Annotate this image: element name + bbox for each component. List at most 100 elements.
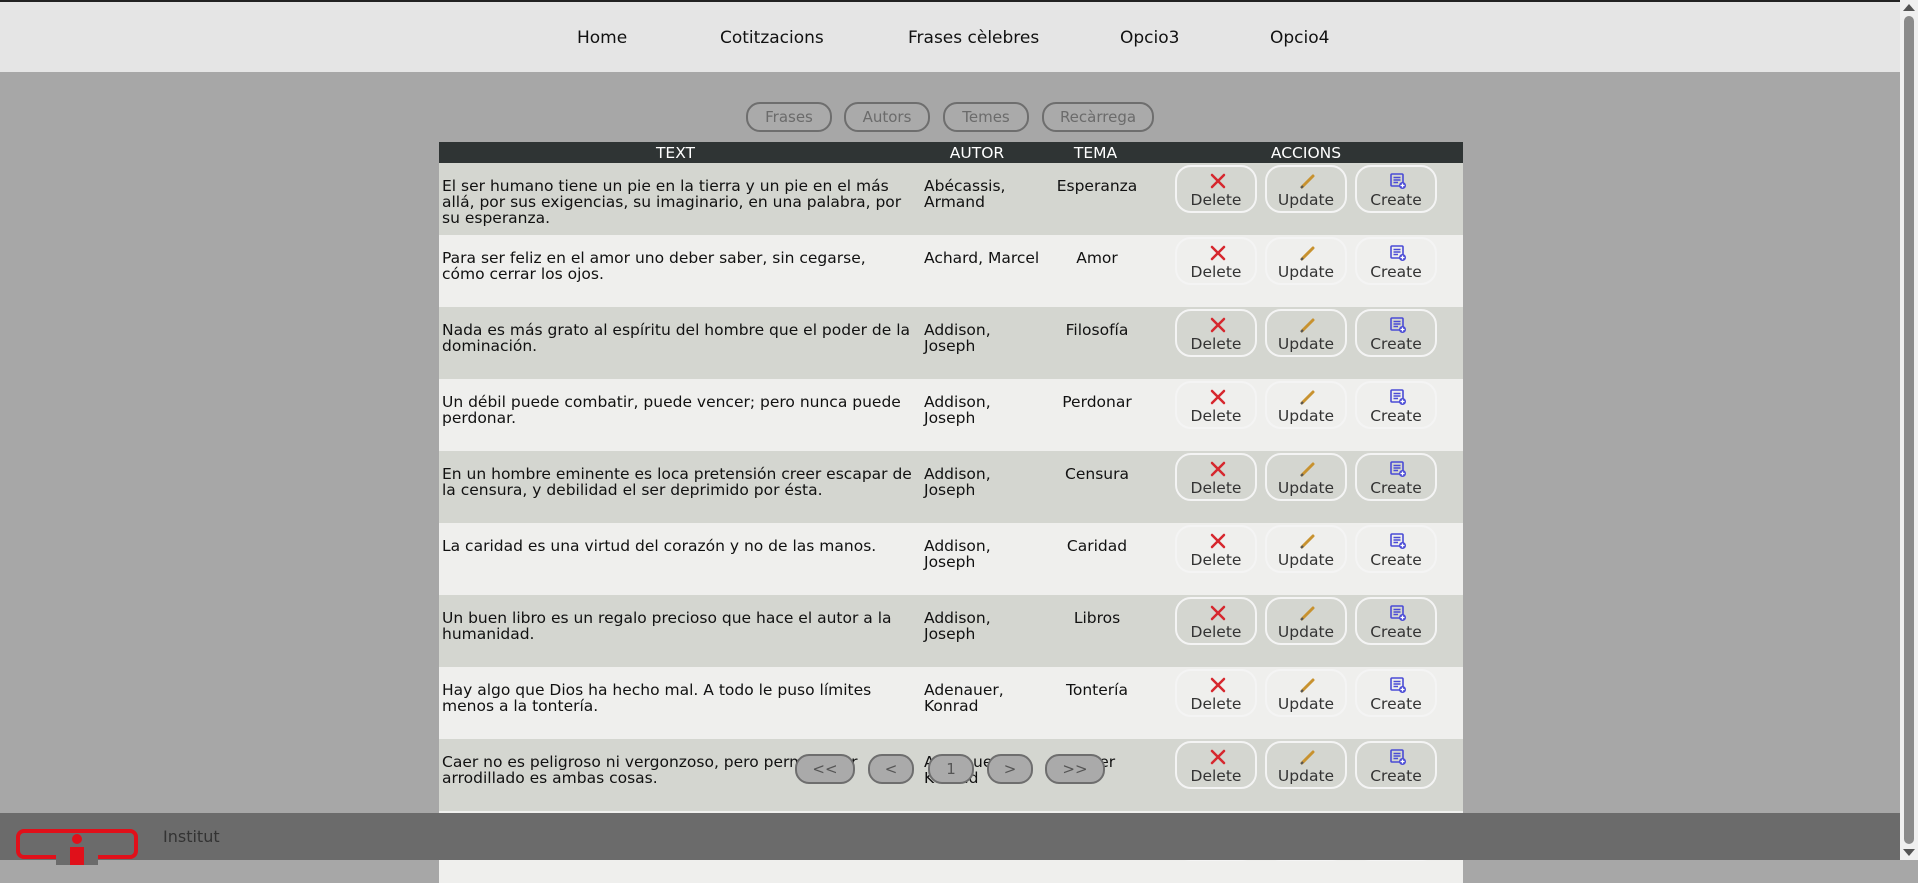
update-button[interactable]: Update <box>1265 741 1347 789</box>
recarrega-button[interactable]: Recàrrega <box>1042 102 1154 132</box>
filter-autors-button[interactable]: Autors <box>844 102 930 132</box>
create-button[interactable]: Create <box>1355 237 1437 285</box>
update-label: Update <box>1277 695 1335 713</box>
update-button[interactable]: Update <box>1265 381 1347 429</box>
delete-button[interactable]: Delete <box>1175 381 1257 429</box>
delete-label: Delete <box>1190 407 1242 425</box>
delete-label: Delete <box>1190 695 1242 713</box>
filter-frases-button[interactable]: Frases <box>746 102 832 132</box>
nav-home[interactable]: Home <box>577 28 627 48</box>
filter-temes-button[interactable]: Temes <box>943 102 1029 132</box>
create-button[interactable]: Create <box>1355 453 1437 501</box>
list-add-icon <box>1389 532 1407 550</box>
nav-opcio3[interactable]: Opcio3 <box>1120 28 1179 48</box>
scroll-thumb[interactable] <box>1904 16 1914 844</box>
top-navigation-bar: Home Cotitzacions Frases cèlebres Opcio3… <box>0 0 1900 72</box>
quote-autor: Addison, Joseph <box>912 307 1042 379</box>
delete-button[interactable]: Delete <box>1175 669 1257 717</box>
header-accions: ACCIONS <box>1149 142 1463 163</box>
update-label: Update <box>1277 767 1335 785</box>
table-row: La caridad es una virtud del corazón y n… <box>439 523 1463 595</box>
row-actions: Delete Update Create <box>1149 379 1463 451</box>
list-add-icon <box>1389 748 1407 766</box>
delete-x-icon <box>1209 460 1227 478</box>
pencil-icon <box>1299 460 1317 478</box>
delete-button[interactable]: Delete <box>1175 453 1257 501</box>
delete-button[interactable]: Delete <box>1175 309 1257 357</box>
list-add-icon <box>1389 316 1407 334</box>
pencil-icon <box>1299 388 1317 406</box>
list-add-icon <box>1389 388 1407 406</box>
pencil-icon <box>1299 532 1317 550</box>
header-autor: AUTOR <box>912 142 1042 163</box>
quote-autor: Abécassis, Armand <box>912 163 1042 235</box>
next-page-button[interactable]: > <box>987 754 1033 784</box>
update-button[interactable]: Update <box>1265 237 1347 285</box>
update-label: Update <box>1277 335 1335 353</box>
delete-label: Delete <box>1190 623 1242 641</box>
nav-cotitzacions[interactable]: Cotitzacions <box>720 28 824 48</box>
table-row: Hay algo que Dios ha hecho mal. A todo l… <box>439 667 1463 739</box>
last-page-button[interactable]: >> <box>1045 754 1105 784</box>
quote-text: El ser humano tiene un pie en la tierra … <box>439 163 912 235</box>
create-button[interactable]: Create <box>1355 309 1437 357</box>
create-button[interactable]: Create <box>1355 597 1437 645</box>
scroll-up-icon[interactable] <box>1903 4 1915 11</box>
table-row: En un hombre eminente es loca pretensión… <box>439 451 1463 523</box>
delete-button[interactable]: Delete <box>1175 597 1257 645</box>
quote-autor: Adenauer, Konrad <box>912 667 1042 739</box>
current-page-button[interactable]: 1 <box>928 754 974 784</box>
footer: Institut <box>0 813 1900 865</box>
delete-x-icon <box>1209 388 1227 406</box>
create-label: Create <box>1370 407 1422 425</box>
create-button[interactable]: Create <box>1355 525 1437 573</box>
table-row: Para ser feliz en el amor uno deber sabe… <box>439 235 1463 307</box>
first-page-button[interactable]: << <box>795 754 855 784</box>
create-button[interactable]: Create <box>1355 669 1437 717</box>
table-row: Un buen libro es un regalo precioso que … <box>439 595 1463 667</box>
delete-x-icon <box>1209 316 1227 334</box>
row-actions: Delete Update Create <box>1149 595 1463 667</box>
delete-button[interactable]: Delete <box>1175 165 1257 213</box>
prev-page-button[interactable]: < <box>868 754 914 784</box>
table-row: El ser humano tiene un pie en la tierra … <box>439 163 1463 235</box>
quote-text: Un débil puede combatir, puede vencer; p… <box>439 379 912 451</box>
page-scrollbar[interactable] <box>1900 0 1918 860</box>
create-label: Create <box>1370 551 1422 569</box>
row-actions: Delete Update Create <box>1149 451 1463 523</box>
update-button[interactable]: Update <box>1265 597 1347 645</box>
delete-button[interactable]: Delete <box>1175 525 1257 573</box>
header-text: TEXT <box>439 142 912 163</box>
row-actions: Delete Update Create <box>1149 739 1463 811</box>
create-button[interactable]: Create <box>1355 741 1437 789</box>
update-button[interactable]: Update <box>1265 453 1347 501</box>
institut-label: Institut <box>163 827 220 846</box>
create-button[interactable]: Create <box>1355 381 1437 429</box>
update-button[interactable]: Update <box>1265 669 1347 717</box>
quote-text: Para ser feliz en el amor uno deber sabe… <box>439 235 912 307</box>
nav-opcio4[interactable]: Opcio4 <box>1270 28 1329 48</box>
nav-frases-celebres[interactable]: Frases cèlebres <box>908 28 1039 48</box>
scroll-down-icon[interactable] <box>1903 849 1915 856</box>
quote-tema: Censura <box>1042 451 1149 523</box>
delete-x-icon <box>1209 244 1227 262</box>
delete-x-icon <box>1209 604 1227 622</box>
list-add-icon <box>1389 676 1407 694</box>
list-add-icon <box>1389 244 1407 262</box>
header-tema: TEMA <box>1042 142 1149 163</box>
create-button[interactable]: Create <box>1355 165 1437 213</box>
table-row: Nada es más grato al espíritu del hombre… <box>439 307 1463 379</box>
list-add-icon <box>1389 460 1407 478</box>
create-label: Create <box>1370 767 1422 785</box>
row-actions: Delete Update Create <box>1149 163 1463 235</box>
update-label: Update <box>1277 623 1335 641</box>
create-label: Create <box>1370 335 1422 353</box>
update-button[interactable]: Update <box>1265 309 1347 357</box>
delete-button[interactable]: Delete <box>1175 237 1257 285</box>
delete-label: Delete <box>1190 263 1242 281</box>
delete-button[interactable]: Delete <box>1175 741 1257 789</box>
update-button[interactable]: Update <box>1265 165 1347 213</box>
quote-tema: Perdonar <box>1042 379 1149 451</box>
update-button[interactable]: Update <box>1265 525 1347 573</box>
update-label: Update <box>1277 263 1335 281</box>
